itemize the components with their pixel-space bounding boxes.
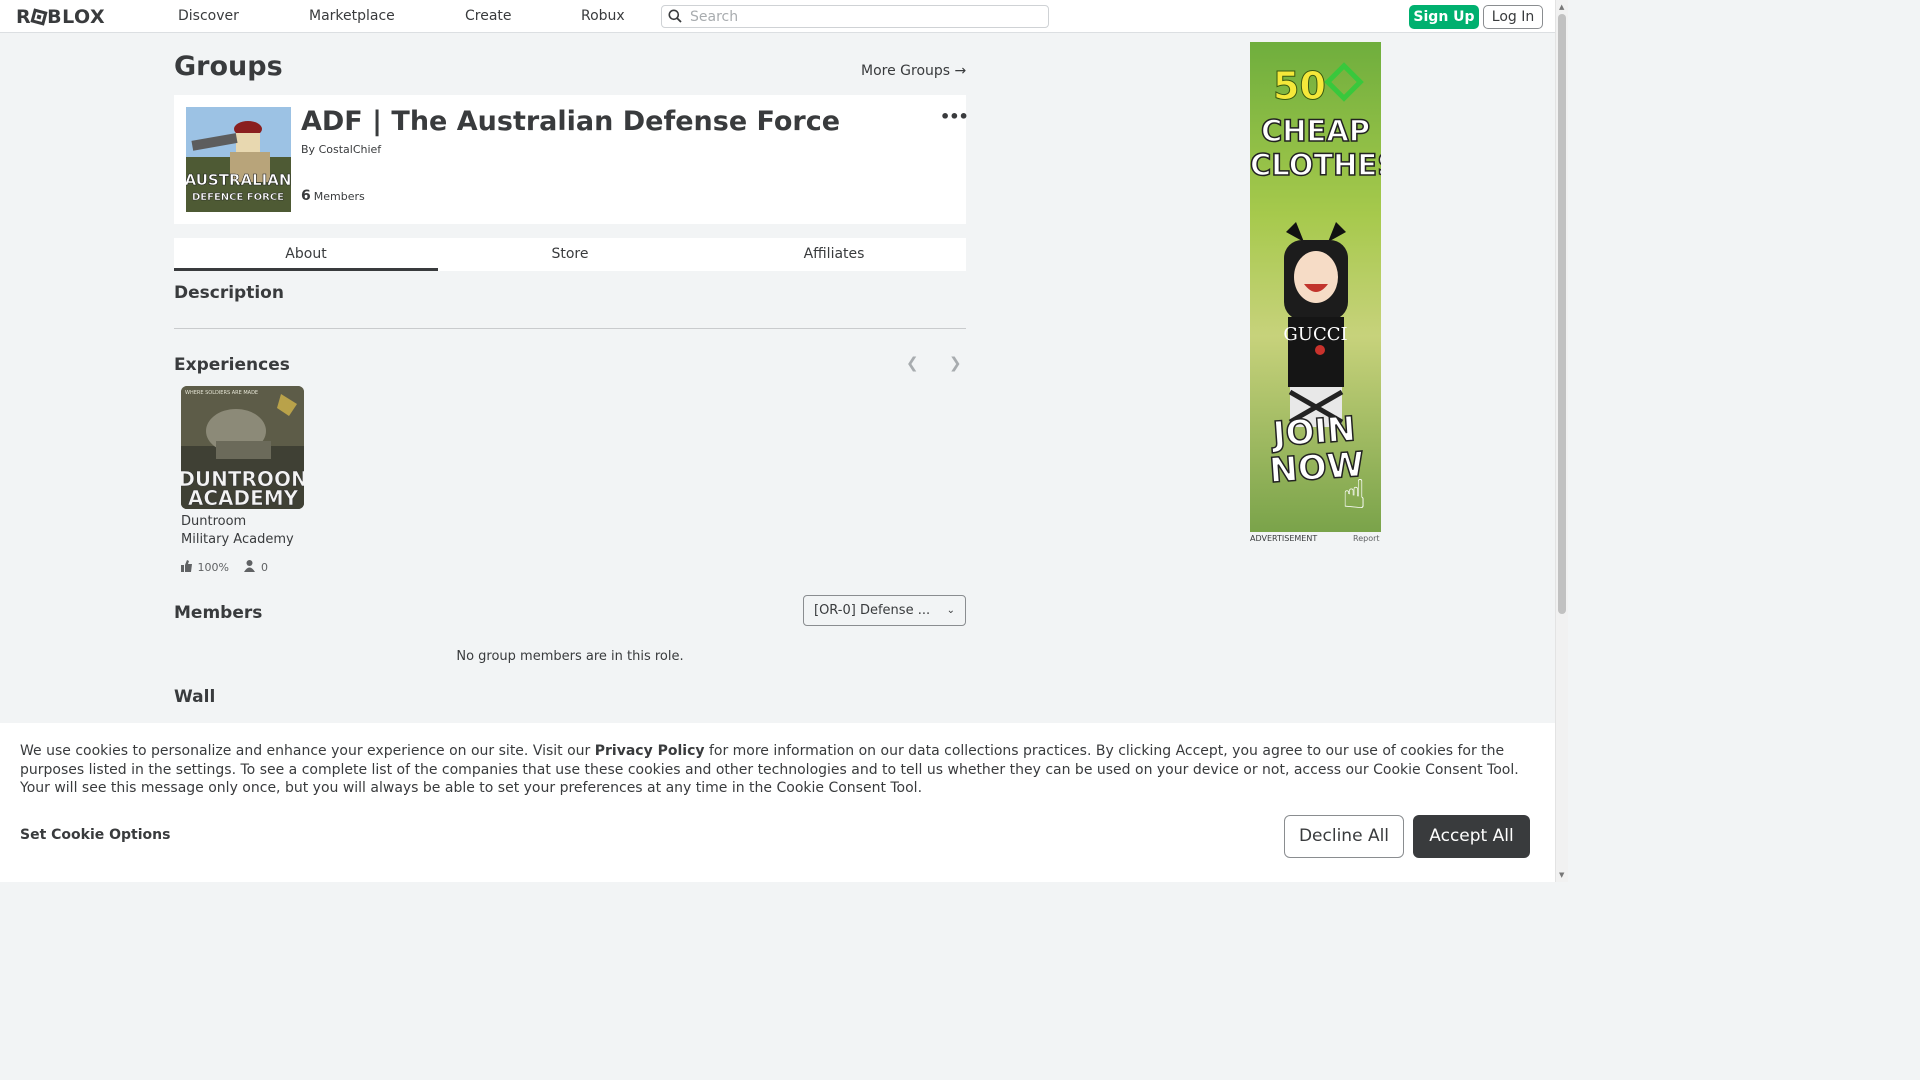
ad-50-text: 50 (1273, 64, 1327, 109)
nav-link-create[interactable]: Create (465, 8, 512, 24)
no-members-message: No group members are in this role. (456, 649, 684, 664)
role-select-dropdown[interactable]: [OR-0] Defense ... ⌄ (803, 595, 966, 626)
member-count-value: 6 (301, 188, 311, 204)
ad-gucci-text: GUCCI (1283, 324, 1348, 345)
decline-all-button[interactable]: Decline All (1284, 815, 1404, 858)
group-emblem-text-2: DEFENCE FORCE (192, 192, 284, 203)
role-select-value: [OR-0] Defense ... (814, 603, 931, 618)
carousel-prev-icon[interactable]: ❮ (906, 354, 919, 372)
group-emblem-art: AUSTRALIAN DEFENCE FORCE (186, 107, 291, 212)
advertisement-banner[interactable]: 50 CHEAP CLOTHES GUCCI JOIN NOW ☝ (1250, 42, 1381, 532)
thumbs-up-icon (181, 560, 192, 575)
more-options-icon[interactable]: ••• (940, 107, 969, 126)
page-scrollbar[interactable]: ▲ ▼ (1555, 0, 1568, 882)
experience-thumbnail[interactable]: WHERE SOLDIERS ARE MADE DUNTROON ACADEMY (181, 386, 304, 509)
chevron-down-icon: ⌄ (946, 605, 955, 616)
accept-all-button[interactable]: Accept All (1413, 815, 1530, 858)
nav-link-robux[interactable]: Robux (581, 8, 625, 24)
experience-thumb-tagline: WHERE SOLDIERS ARE MADE (185, 390, 258, 396)
search-box[interactable] (661, 5, 1049, 28)
ad-headline-50: 50 (1250, 62, 1381, 109)
search-icon (668, 9, 682, 23)
ad-headline-cheap: CHEAP CLOTHES (1250, 113, 1381, 183)
experiences-heading: Experiences (174, 355, 290, 375)
log-in-button[interactable]: Log In (1483, 5, 1543, 29)
player-count: 0 (260, 561, 268, 574)
section-divider (174, 328, 966, 329)
roblox-logo[interactable]: R BLOX (16, 6, 105, 28)
page-title: Groups (174, 51, 283, 82)
group-emblem-image: AUSTRALIAN DEFENCE FORCE (186, 107, 291, 212)
scrollbar-thumb[interactable] (1558, 14, 1566, 614)
experience-stats: 100% 0 (181, 560, 268, 575)
experience-name-line-2: Military Academy (181, 532, 294, 547)
nav-link-discover[interactable]: Discover (178, 8, 239, 24)
search-input[interactable] (690, 7, 1040, 26)
top-navigation-bar: R BLOX Discover Marketplace Create Robux … (0, 0, 1555, 33)
privacy-policy-link[interactable]: Privacy Policy (595, 743, 705, 759)
advertisement-label: ADVERTISEMENT (1250, 534, 1318, 543)
group-member-count: 6 Members (301, 188, 365, 204)
cookie-consent-text: We use cookies to personalize and enhanc… (20, 742, 1540, 798)
group-name: ADF | The Australian Defense Force (301, 106, 841, 137)
members-heading: Members (174, 603, 263, 623)
description-heading: Description (174, 283, 284, 303)
player-icon (244, 560, 256, 575)
cookie-text-intro: We use cookies to personalize and enhanc… (20, 743, 595, 759)
nav-link-marketplace[interactable]: Marketplace (309, 8, 395, 24)
sign-up-button[interactable]: Sign Up (1409, 5, 1479, 29)
tab-affiliates[interactable]: Affiliates (702, 238, 966, 271)
like-percentage: 100% (197, 561, 229, 574)
group-tabs: About Store Affiliates (174, 238, 966, 271)
cookie-consent-banner: We use cookies to personalize and enhanc… (0, 723, 1555, 882)
group-owner-prefix: By (301, 143, 316, 156)
wall-heading: Wall (174, 687, 216, 707)
ad-clothes-text: CLOTHES (1250, 147, 1381, 183)
pointer-hand-icon: ☝ (1342, 472, 1367, 518)
scroll-up-icon[interactable]: ▲ (1559, 3, 1564, 11)
scroll-down-icon[interactable]: ▼ (1559, 871, 1564, 879)
ad-cheap-text: CHEAP (1260, 113, 1371, 149)
group-owner-line: By CostalChief (301, 143, 381, 156)
tab-about[interactable]: About (174, 238, 438, 271)
group-owner-link[interactable]: CostalChief (319, 143, 382, 156)
experience-thumb-title-2: ACADEMY (188, 486, 299, 509)
experience-name[interactable]: Duntroom Military Academy (181, 513, 311, 549)
group-emblem-text-1: AUSTRALIAN (186, 171, 291, 189)
more-groups-link[interactable]: More Groups → (861, 63, 966, 79)
set-cookie-options-link[interactable]: Set Cookie Options (20, 827, 170, 843)
report-ad-link[interactable]: Report (1353, 534, 1380, 543)
member-count-label: Members (313, 190, 365, 203)
experience-name-line-1: Duntroom (181, 514, 247, 529)
group-header-card: AUSTRALIAN DEFENCE FORCE ADF | The Austr… (174, 95, 969, 224)
robux-icon (1324, 62, 1364, 102)
tab-store[interactable]: Store (438, 238, 702, 271)
carousel-next-icon[interactable]: ❯ (949, 354, 962, 372)
experience-thumbnail-art: WHERE SOLDIERS ARE MADE DUNTROON ACADEMY (181, 386, 304, 509)
